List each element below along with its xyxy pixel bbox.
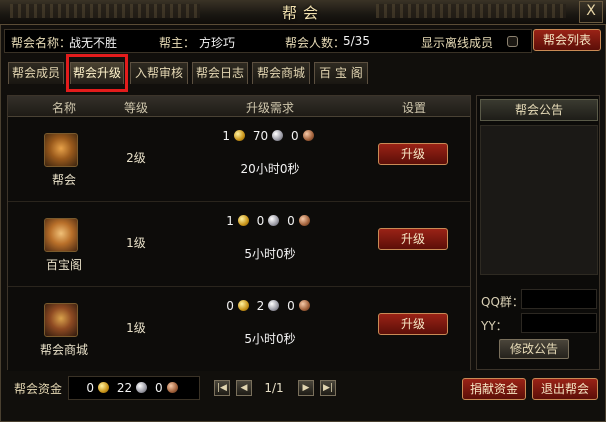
silver-coin-icon bbox=[268, 215, 280, 226]
modify-notice-button[interactable]: 修改公告 bbox=[499, 339, 569, 359]
upgrade-time: 20小时0秒 bbox=[240, 162, 300, 176]
qq-group-label: QQ群： bbox=[481, 295, 524, 309]
window-title: 帮会 bbox=[281, 4, 324, 22]
gold-coin-icon bbox=[234, 130, 246, 141]
copper-coin-icon bbox=[166, 382, 178, 393]
building-level: 1级 bbox=[126, 236, 146, 250]
copper-coin-icon bbox=[302, 130, 314, 141]
cost-silver: 70 bbox=[252, 129, 269, 143]
header-name: 名称 bbox=[51, 101, 76, 115]
guild-hall-icon bbox=[44, 133, 78, 167]
silver-coin-icon bbox=[136, 382, 148, 393]
guild-name-value: 战无不胜 bbox=[69, 36, 118, 50]
close-icon[interactable]: X bbox=[579, 1, 603, 23]
header-requirement: 升级需求 bbox=[245, 101, 294, 115]
show-offline-label: 显示离线成员 bbox=[421, 36, 494, 50]
building-name: 帮会 bbox=[51, 173, 76, 187]
title-bar[interactable]: 帮会 X bbox=[0, 0, 606, 25]
prev-page-icon[interactable]: ◀ bbox=[236, 380, 252, 396]
first-page-icon[interactable]: |◀ bbox=[214, 380, 230, 396]
upgrade-button[interactable]: 升级 bbox=[378, 228, 448, 250]
leader-label: 帮主： bbox=[159, 36, 196, 50]
leave-guild-button[interactable]: 退出帮会 bbox=[532, 378, 598, 400]
cost-silver: 0 bbox=[256, 214, 265, 228]
last-page-icon[interactable]: ▶| bbox=[320, 380, 336, 396]
upgrade-cost: 1 0 0 bbox=[160, 214, 380, 228]
copper-coin-icon bbox=[298, 300, 310, 311]
member-count-value: 5/35 bbox=[343, 34, 370, 48]
cost-copper: 0 bbox=[287, 299, 295, 313]
building-name: 百宝阁 bbox=[45, 258, 82, 272]
tab-join-review[interactable]: 入帮审核 bbox=[130, 62, 188, 84]
table-row: 帮会 2级 1 70 0 20小时0秒 升级 bbox=[8, 117, 470, 202]
upgrade-time: 5小时0秒 bbox=[244, 247, 296, 261]
member-count-label: 帮会人数： bbox=[285, 36, 346, 50]
upgrade-time: 5小时0秒 bbox=[244, 332, 296, 346]
fund-silver: 22 bbox=[116, 381, 133, 395]
building-level: 2级 bbox=[126, 151, 146, 165]
upgrade-cost: 1 70 0 bbox=[160, 129, 380, 143]
table-row: 帮会商城 1级 0 2 0 5小时0秒 升级 bbox=[8, 287, 470, 371]
fund-copper: 0 bbox=[154, 381, 163, 395]
guild-fund-label: 帮会资金 bbox=[14, 382, 63, 396]
tab-guild-members[interactable]: 帮会成员 bbox=[8, 62, 64, 84]
cost-silver: 2 bbox=[256, 299, 265, 313]
treasure-pavilion-icon bbox=[44, 218, 78, 252]
table-header: 名称 等级 升级需求 设置 bbox=[8, 96, 470, 117]
cost-copper: 0 bbox=[290, 129, 299, 143]
notice-panel: 帮会公告 QQ群： YY： 修改公告 bbox=[476, 95, 600, 370]
cost-gold: 1 bbox=[226, 214, 234, 228]
building-name: 帮会商城 bbox=[39, 343, 88, 357]
show-offline-checkbox[interactable] bbox=[507, 36, 518, 47]
cost-gold: 0 bbox=[226, 299, 234, 313]
silver-coin-icon bbox=[268, 300, 280, 311]
notice-title: 帮会公告 bbox=[480, 99, 598, 121]
header-level: 等级 bbox=[123, 101, 148, 115]
tab-guild-upgrade[interactable]: 帮会升级 bbox=[70, 62, 124, 84]
gold-coin-icon bbox=[237, 215, 249, 226]
table-row: 百宝阁 1级 1 0 0 5小时0秒 升级 bbox=[8, 202, 470, 287]
guild-fund-value: 0 22 0 bbox=[68, 376, 200, 400]
copper-coin-icon bbox=[298, 215, 310, 226]
cost-gold: 1 bbox=[222, 129, 231, 143]
page-indicator: 1/1 bbox=[264, 381, 284, 395]
upgrade-button[interactable]: 升级 bbox=[378, 313, 448, 335]
upgrade-table: 名称 等级 升级需求 设置 帮会 2级 1 70 0 20小时0秒 升级 百宝阁… bbox=[7, 95, 471, 371]
notice-textbox[interactable] bbox=[480, 125, 598, 275]
upgrade-button[interactable]: 升级 bbox=[378, 143, 448, 165]
cost-copper: 0 bbox=[287, 214, 295, 228]
gold-coin-icon bbox=[237, 300, 249, 311]
guild-shop-icon bbox=[44, 303, 78, 337]
qq-group-input[interactable] bbox=[521, 289, 597, 309]
upgrade-cost: 0 2 0 bbox=[160, 299, 380, 313]
tab-guild-log[interactable]: 帮会日志 bbox=[192, 62, 248, 84]
guild-info-bar: 帮会名称： 战无不胜 帮主： 方珍巧 帮会人数： 5/35 显示离线成员 bbox=[4, 29, 532, 53]
tab-treasure-pavilion[interactable]: 百 宝 阁 bbox=[314, 62, 368, 84]
building-level: 1级 bbox=[126, 321, 146, 335]
guild-list-button[interactable]: 帮会列表 bbox=[533, 29, 601, 51]
tab-guild-shop[interactable]: 帮会商城 bbox=[252, 62, 310, 84]
donate-fund-button[interactable]: 捐献资金 bbox=[462, 378, 526, 400]
yy-label: YY： bbox=[481, 319, 508, 333]
yy-input[interactable] bbox=[521, 313, 597, 333]
leader-value: 方珍巧 bbox=[199, 36, 236, 50]
header-settings: 设置 bbox=[401, 101, 426, 115]
guild-name-label: 帮会名称： bbox=[11, 36, 72, 50]
silver-coin-icon bbox=[272, 130, 284, 141]
next-page-icon[interactable]: ▶ bbox=[298, 380, 314, 396]
gold-coin-icon bbox=[98, 382, 110, 393]
fund-gold: 0 bbox=[86, 381, 95, 395]
